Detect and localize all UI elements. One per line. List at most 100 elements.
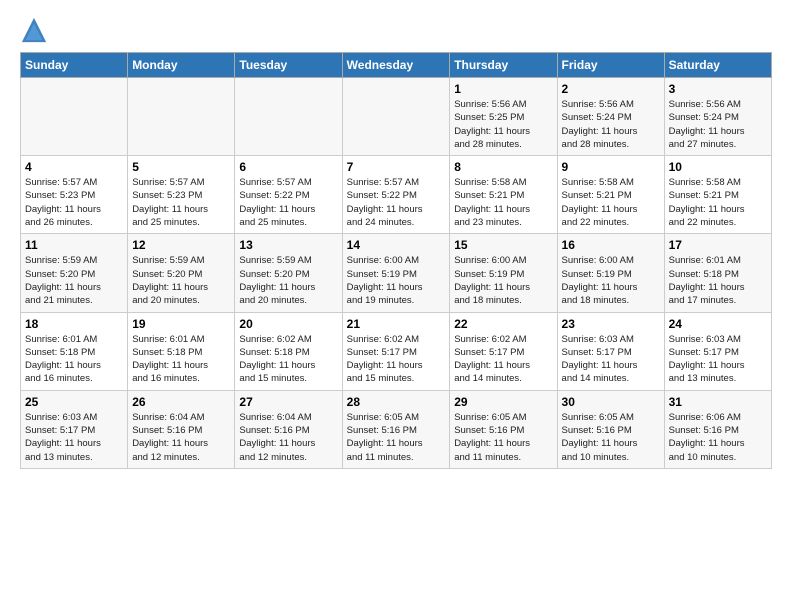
day-info: Sunrise: 6:01 AM Sunset: 5:18 PM Dayligh…: [132, 333, 230, 386]
calendar-cell: 22 Sunrise: 6:02 AM Sunset: 5:17 PM Dayli…: [450, 312, 557, 390]
day-info: Sunrise: 6:03 AM Sunset: 5:17 PM Dayligh…: [25, 411, 123, 464]
day-info: Sunrise: 6:05 AM Sunset: 5:16 PM Dayligh…: [454, 411, 552, 464]
calendar-cell: 14Sunrise: 6:00 AM Sunset: 5:19 PM Dayli…: [342, 234, 450, 312]
calendar-cell: 17 Sunrise: 6:01 AM Sunset: 5:18 PM Dayli…: [664, 234, 771, 312]
day-number: 27: [239, 395, 337, 409]
day-info: Sunrise: 6:01 AM Sunset: 5:18 PM Dayligh…: [669, 254, 767, 307]
day-info: Sunrise: 5:57 AM Sunset: 5:23 PM Dayligh…: [132, 176, 230, 229]
day-info: Sunrise: 6:03 AM Sunset: 5:17 PM Dayligh…: [669, 333, 767, 386]
day-number: 21: [347, 317, 446, 331]
calendar-cell: 3Sunrise: 5:56 AM Sunset: 5:24 PM Daylig…: [664, 78, 771, 156]
day-number: 8: [454, 160, 552, 174]
day-info: Sunrise: 6:00 AM Sunset: 5:19 PM Dayligh…: [347, 254, 446, 307]
day-number: 5: [132, 160, 230, 174]
day-info: Sunrise: 6:02 AM Sunset: 5:17 PM Dayligh…: [454, 333, 552, 386]
day-number: 13: [239, 238, 337, 252]
calendar-cell: 31Sunrise: 6:06 AM Sunset: 5:16 PM Dayli…: [664, 390, 771, 468]
week-row-1: 1Sunrise: 5:56 AM Sunset: 5:25 PM Daylig…: [21, 78, 772, 156]
day-number: 23: [562, 317, 660, 331]
week-row-5: 25 Sunrise: 6:03 AM Sunset: 5:17 PM Dayli…: [21, 390, 772, 468]
day-number: 29: [454, 395, 552, 409]
calendar-cell: 16 Sunrise: 6:00 AM Sunset: 5:19 PM Dayli…: [557, 234, 664, 312]
weekday-header-wednesday: Wednesday: [342, 53, 450, 78]
calendar-cell: 29 Sunrise: 6:05 AM Sunset: 5:16 PM Dayli…: [450, 390, 557, 468]
weekday-header-thursday: Thursday: [450, 53, 557, 78]
day-number: 6: [239, 160, 337, 174]
calendar-cell: 25 Sunrise: 6:03 AM Sunset: 5:17 PM Dayli…: [21, 390, 128, 468]
day-info: Sunrise: 5:58 AM Sunset: 5:21 PM Dayligh…: [669, 176, 767, 229]
day-number: 2: [562, 82, 660, 96]
calendar-cell: 24 Sunrise: 6:03 AM Sunset: 5:17 PM Dayli…: [664, 312, 771, 390]
calendar-cell: 5 Sunrise: 5:57 AM Sunset: 5:23 PM Daylig…: [128, 156, 235, 234]
day-number: 7: [347, 160, 446, 174]
day-info: Sunrise: 5:58 AM Sunset: 5:21 PM Dayligh…: [454, 176, 552, 229]
day-info: Sunrise: 6:02 AM Sunset: 5:17 PM Dayligh…: [347, 333, 446, 386]
calendar-cell: 15Sunrise: 6:00 AM Sunset: 5:19 PM Dayli…: [450, 234, 557, 312]
page-header: [20, 16, 772, 44]
weekday-header-friday: Friday: [557, 53, 664, 78]
calendar-cell: 11 Sunrise: 5:59 AM Sunset: 5:20 PM Dayli…: [21, 234, 128, 312]
calendar-cell: [235, 78, 342, 156]
week-row-3: 11 Sunrise: 5:59 AM Sunset: 5:20 PM Dayli…: [21, 234, 772, 312]
day-info: Sunrise: 5:56 AM Sunset: 5:25 PM Dayligh…: [454, 98, 552, 151]
day-number: 17: [669, 238, 767, 252]
day-info: Sunrise: 6:02 AM Sunset: 5:18 PM Dayligh…: [239, 333, 337, 386]
calendar-cell: 23 Sunrise: 6:03 AM Sunset: 5:17 PM Dayli…: [557, 312, 664, 390]
calendar-cell: 8 Sunrise: 5:58 AM Sunset: 5:21 PM Daylig…: [450, 156, 557, 234]
day-info: Sunrise: 5:58 AM Sunset: 5:21 PM Dayligh…: [562, 176, 660, 229]
day-number: 25: [25, 395, 123, 409]
day-info: Sunrise: 6:05 AM Sunset: 5:16 PM Dayligh…: [347, 411, 446, 464]
calendar-cell: 26 Sunrise: 6:04 AM Sunset: 5:16 PM Dayli…: [128, 390, 235, 468]
calendar-cell: 18 Sunrise: 6:01 AM Sunset: 5:18 PM Dayli…: [21, 312, 128, 390]
week-row-2: 4 Sunrise: 5:57 AM Sunset: 5:23 PM Daylig…: [21, 156, 772, 234]
day-number: 30: [562, 395, 660, 409]
day-info: Sunrise: 6:03 AM Sunset: 5:17 PM Dayligh…: [562, 333, 660, 386]
day-info: Sunrise: 5:56 AM Sunset: 5:24 PM Dayligh…: [562, 98, 660, 151]
day-number: 31: [669, 395, 767, 409]
day-info: Sunrise: 6:00 AM Sunset: 5:19 PM Dayligh…: [562, 254, 660, 307]
day-number: 26: [132, 395, 230, 409]
calendar-cell: 28 Sunrise: 6:05 AM Sunset: 5:16 PM Dayli…: [342, 390, 450, 468]
day-number: 19: [132, 317, 230, 331]
logo: [20, 16, 52, 44]
calendar-cell: 7 Sunrise: 5:57 AM Sunset: 5:22 PM Daylig…: [342, 156, 450, 234]
calendar-cell: 27Sunrise: 6:04 AM Sunset: 5:16 PM Dayli…: [235, 390, 342, 468]
day-info: Sunrise: 6:05 AM Sunset: 5:16 PM Dayligh…: [562, 411, 660, 464]
day-info: Sunrise: 5:59 AM Sunset: 5:20 PM Dayligh…: [239, 254, 337, 307]
weekday-header-tuesday: Tuesday: [235, 53, 342, 78]
day-info: Sunrise: 5:59 AM Sunset: 5:20 PM Dayligh…: [25, 254, 123, 307]
calendar-cell: 6 Sunrise: 5:57 AM Sunset: 5:22 PM Daylig…: [235, 156, 342, 234]
weekday-header-monday: Monday: [128, 53, 235, 78]
day-info: Sunrise: 5:56 AM Sunset: 5:24 PM Dayligh…: [669, 98, 767, 151]
calendar-cell: [21, 78, 128, 156]
week-row-4: 18 Sunrise: 6:01 AM Sunset: 5:18 PM Dayli…: [21, 312, 772, 390]
calendar-cell: 20 Sunrise: 6:02 AM Sunset: 5:18 PM Dayli…: [235, 312, 342, 390]
calendar-cell: 19 Sunrise: 6:01 AM Sunset: 5:18 PM Dayli…: [128, 312, 235, 390]
day-number: 18: [25, 317, 123, 331]
calendar-table: SundayMondayTuesdayWednesdayThursdayFrid…: [20, 52, 772, 469]
day-number: 20: [239, 317, 337, 331]
calendar-cell: 13 Sunrise: 5:59 AM Sunset: 5:20 PM Dayli…: [235, 234, 342, 312]
day-number: 28: [347, 395, 446, 409]
day-info: Sunrise: 6:04 AM Sunset: 5:16 PM Dayligh…: [132, 411, 230, 464]
day-info: Sunrise: 6:00 AM Sunset: 5:19 PM Dayligh…: [454, 254, 552, 307]
day-number: 16: [562, 238, 660, 252]
day-number: 22: [454, 317, 552, 331]
day-number: 12: [132, 238, 230, 252]
day-number: 11: [25, 238, 123, 252]
day-number: 10: [669, 160, 767, 174]
day-info: Sunrise: 5:57 AM Sunset: 5:23 PM Dayligh…: [25, 176, 123, 229]
day-number: 9: [562, 160, 660, 174]
day-number: 24: [669, 317, 767, 331]
calendar-cell: 30 Sunrise: 6:05 AM Sunset: 5:16 PM Dayli…: [557, 390, 664, 468]
day-info: Sunrise: 6:01 AM Sunset: 5:18 PM Dayligh…: [25, 333, 123, 386]
calendar-cell: 1Sunrise: 5:56 AM Sunset: 5:25 PM Daylig…: [450, 78, 557, 156]
day-info: Sunrise: 5:57 AM Sunset: 5:22 PM Dayligh…: [239, 176, 337, 229]
weekday-header-row: SundayMondayTuesdayWednesdayThursdayFrid…: [21, 53, 772, 78]
weekday-header-saturday: Saturday: [664, 53, 771, 78]
calendar-cell: 21 Sunrise: 6:02 AM Sunset: 5:17 PM Dayli…: [342, 312, 450, 390]
day-info: Sunrise: 5:57 AM Sunset: 5:22 PM Dayligh…: [347, 176, 446, 229]
day-number: 4: [25, 160, 123, 174]
day-info: Sunrise: 5:59 AM Sunset: 5:20 PM Dayligh…: [132, 254, 230, 307]
calendar-cell: 4 Sunrise: 5:57 AM Sunset: 5:23 PM Daylig…: [21, 156, 128, 234]
